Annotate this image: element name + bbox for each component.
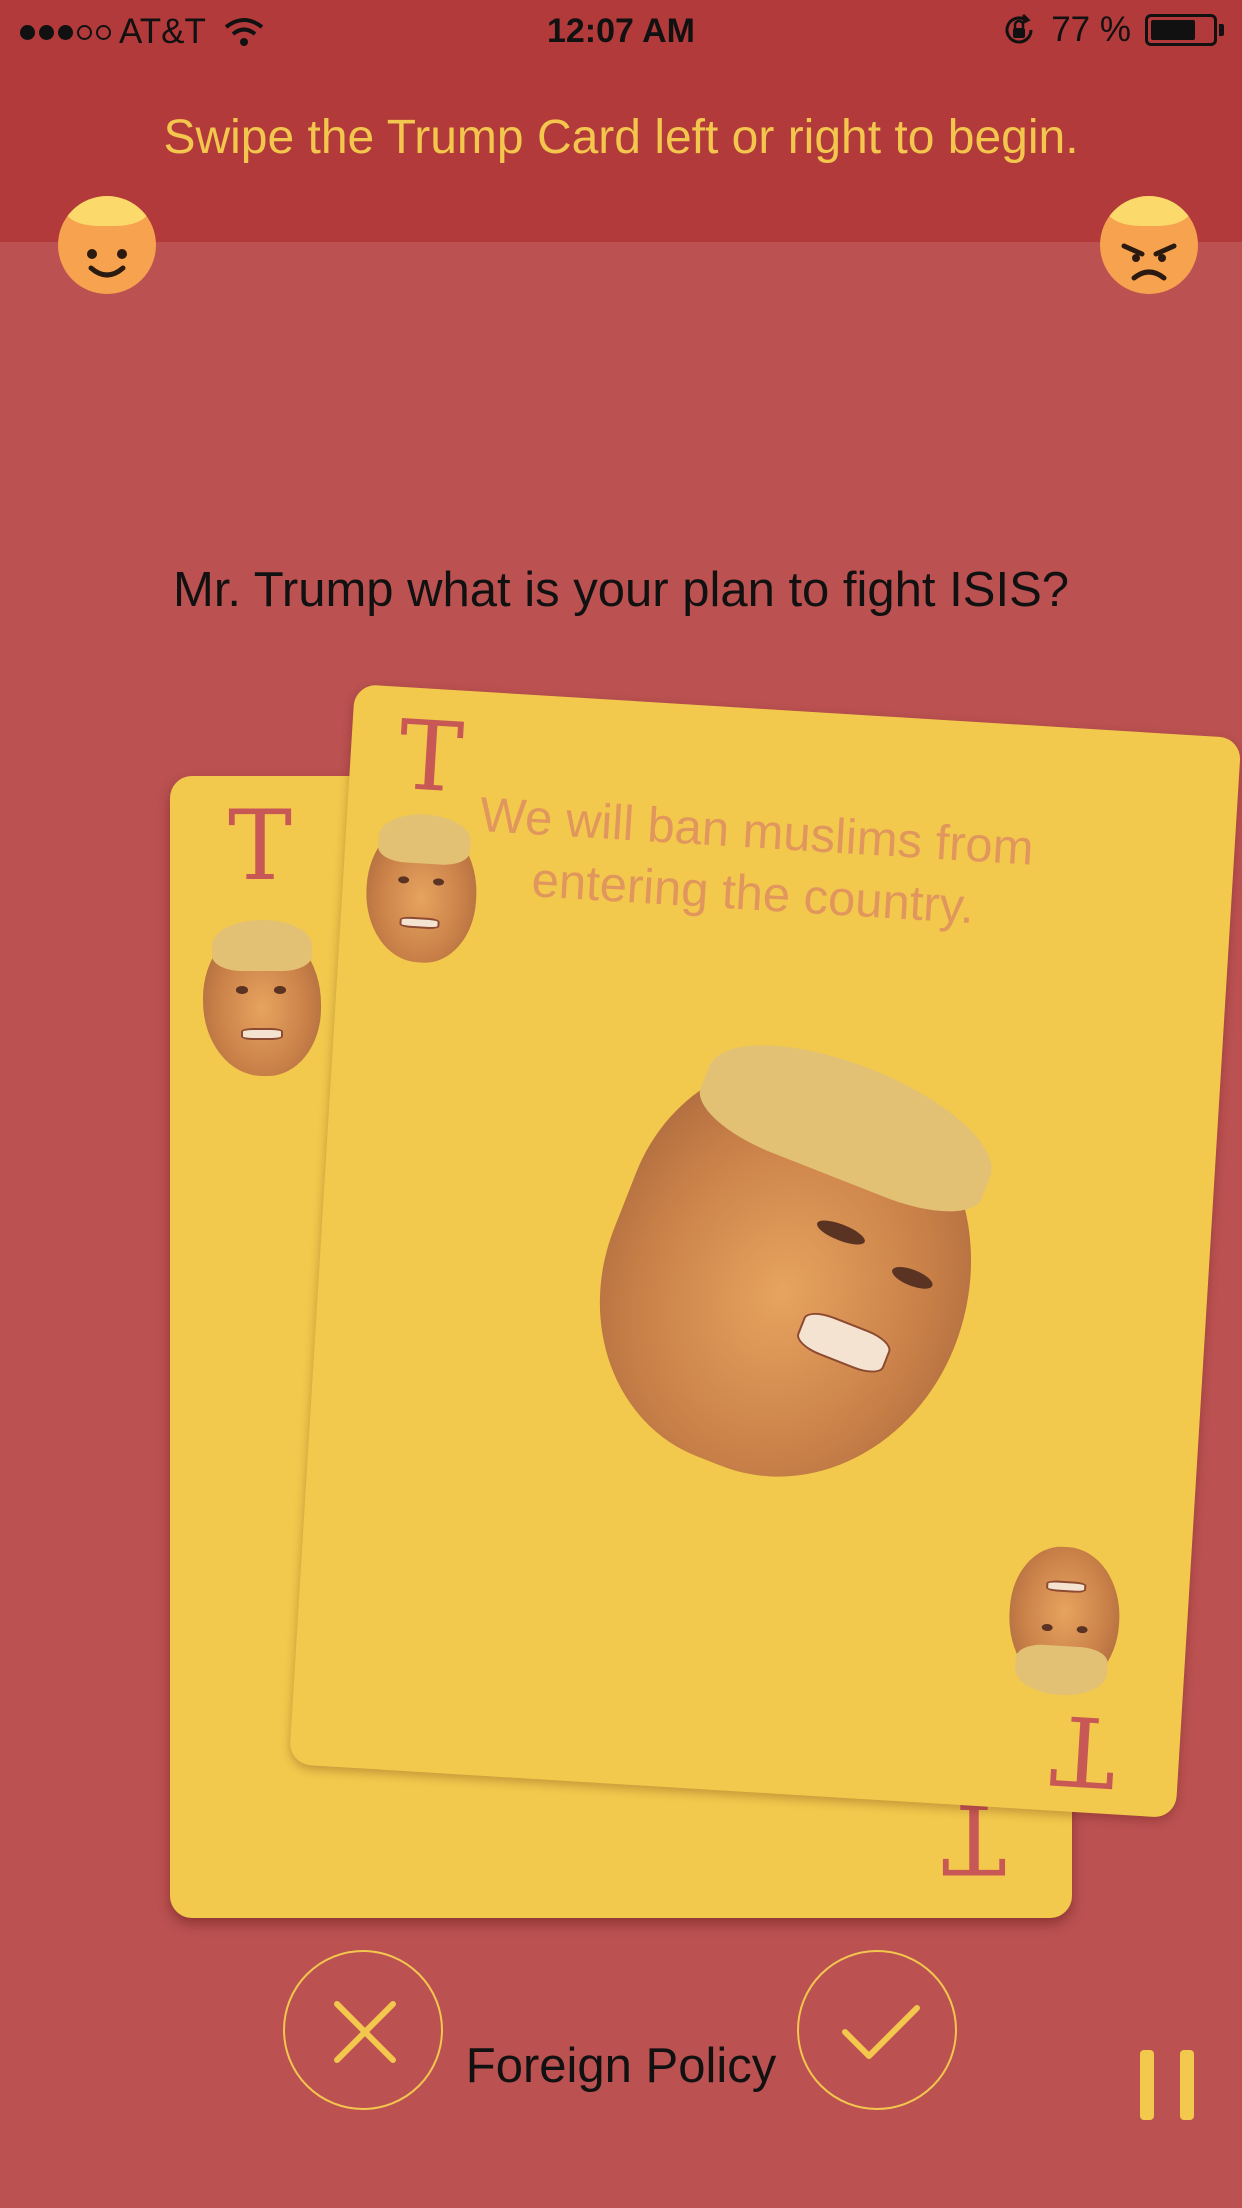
pause-button[interactable] xyxy=(1140,2050,1196,2120)
answer-text: We will ban muslims from entering the co… xyxy=(478,787,1036,935)
angry-face-icon xyxy=(1100,196,1198,294)
happy-face-icon xyxy=(58,196,156,294)
trump-face-small-flipped-icon xyxy=(1005,1543,1124,1698)
battery-icon xyxy=(1145,14,1217,46)
question-text: Mr. Trump what is your plan to fight ISI… xyxy=(173,563,1069,617)
trump-face-small-icon xyxy=(362,812,481,966)
card-corner-letter-flipped: T xyxy=(1047,1692,1119,1809)
battery-percent: 77 % xyxy=(1051,10,1131,49)
swipe-instruction: Swipe the Trump Card left or right to be… xyxy=(163,111,1079,164)
trump-face-large-icon xyxy=(547,1013,1033,1530)
category-label: Foreign Policy xyxy=(465,2039,777,2093)
rotation-lock-icon xyxy=(1005,13,1033,44)
trump-card[interactable]: T We will ban muslims from entering the … xyxy=(288,684,1242,1819)
card-corner-letter: T xyxy=(228,790,293,902)
trump-face-icon xyxy=(203,920,321,1076)
card-corner-letter: T xyxy=(395,698,467,815)
status-bar: AT&T 12:07 AM 77 % xyxy=(0,0,1242,62)
